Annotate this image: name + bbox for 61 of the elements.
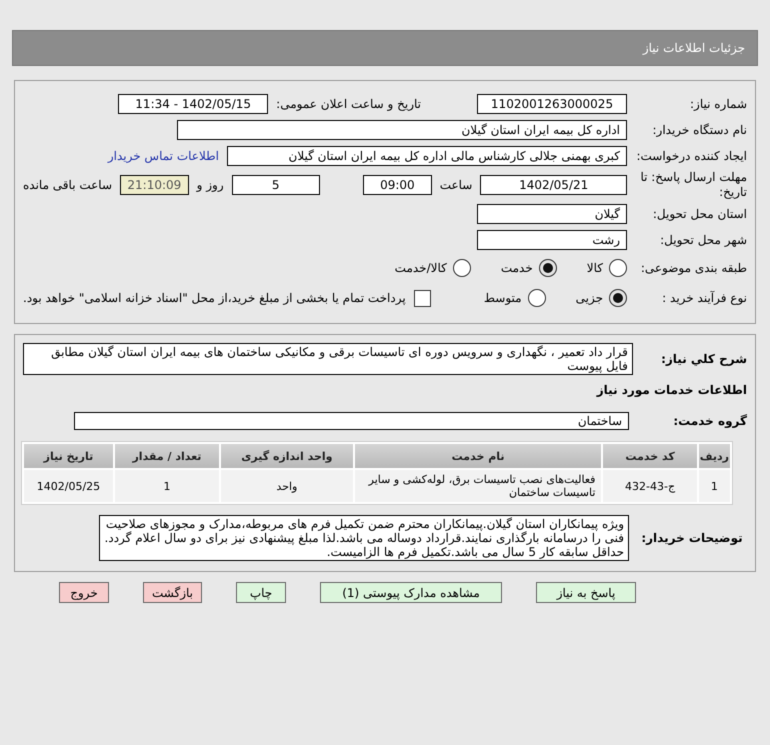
province-field: گیلان: [477, 204, 627, 224]
field-label: ساعت باقی مانده: [22, 178, 112, 192]
city-field: رشت: [477, 230, 627, 250]
radio-button[interactable]: [609, 289, 627, 307]
column-header: کد خدمت: [603, 444, 697, 468]
remaining-time-field: 21:10:09: [120, 175, 189, 195]
description-field: قرار داد تعمیر ، نگهداری و سرویس دوره ای تاسیسات برقی و مکانیکی ساختمان های بیمه ایران استان گیلان مطابق فایل پیوست: [23, 343, 633, 375]
field-label: طبقه بندی موضوعی:: [640, 261, 747, 275]
field-label: شرح کلي نياز:: [660, 352, 747, 366]
table-cell: 1: [114, 470, 220, 502]
radio-label: جزیی: [576, 291, 603, 305]
field-label: تاریخ و ساعت اعلان عمومی:: [276, 97, 421, 111]
radio-label: خدمت: [500, 261, 533, 275]
table-cell: فعالیت‌های نصب تاسیسات برق، لوله‌کشی و سایر تاسیسات ساختمان: [354, 470, 602, 502]
field-label: نوع فرآیند خرید :: [661, 291, 747, 305]
action-button[interactable]: پاسخ به نیاز: [536, 582, 636, 603]
field-label: شهر محل تحویل:: [659, 233, 747, 247]
radio-label: متوسط: [484, 291, 522, 305]
field-label: مهلت ارسال پاسخ: تا تاریخ:: [639, 170, 747, 200]
field-label: توضیحات خریدار:: [640, 531, 744, 545]
column-header: ردیف: [698, 444, 730, 468]
column-header: نام خدمت: [354, 444, 602, 468]
announce-date-field: 1402/05/15 - 11:34: [118, 94, 268, 114]
field-label: نام دستگاه خریدار:: [652, 123, 747, 137]
radio-button[interactable]: [538, 259, 557, 277]
checkbox[interactable]: [414, 290, 431, 306]
radio-button[interactable]: [609, 259, 627, 277]
field-label: ایجاد کننده درخواست:: [635, 149, 747, 163]
days-field: 5: [232, 175, 320, 195]
table-cell: 1: [698, 470, 730, 502]
note-text: حداقل سابقه کار 5 سال می باشد.تکمیل فرم ها الزامیست.: [326, 545, 624, 559]
column-header: تاریخ نیاز: [24, 444, 113, 468]
action-button[interactable]: مشاهده مدارک پیوستی (1): [320, 582, 502, 603]
action-button[interactable]: چاپ: [236, 582, 286, 603]
note-text: ویژه پیمانکاران استان گیلان.پیمانکاران محترم ضمن تکمیل فرم های مربوطه،مدارک و مجوزهای صلاحیت فنی را درسامانه بارگذاری نمایند.قرارداد دوساله می باشد.لذا مبلغ پیشنهادی نیز برای دو سال اعلام گردد.: [104, 517, 624, 545]
header-title: جزئیات اطلاعات نیاز: [642, 41, 745, 55]
action-button[interactable]: خروج: [59, 582, 109, 603]
radio-label: کالا: [586, 261, 603, 275]
field-label: روز و: [196, 178, 224, 192]
field-label: شماره نیاز:: [689, 97, 747, 111]
buyer-name-field: اداره کل بیمه ایران استان گیلان: [177, 120, 627, 140]
radio-button[interactable]: [528, 289, 546, 307]
column-header: تعداد / مقدار: [114, 444, 220, 468]
checkbox-label: پرداخت تمام یا بخشی از مبلغ خرید،از محل "اسناد خزانه اسلامی" خواهد بود.: [23, 291, 406, 305]
section-title: اطلاعات خدمات مورد نیاز: [596, 383, 747, 397]
table-cell: ج-43-432: [603, 470, 697, 502]
field-label: گروه خدمت:: [672, 414, 747, 428]
column-header: واحد اندازه گیری: [221, 444, 353, 468]
need-number-field: 1102001263000025: [477, 94, 627, 114]
radio-button[interactable]: [452, 259, 471, 277]
action-button[interactable]: بازگشت: [143, 582, 202, 603]
requester-field: کبری بهمنی جلالی کارشناس مالی اداره کل بیمه ایران استان گیلان: [227, 146, 627, 166]
field-label: ساعت: [440, 178, 472, 192]
table-cell: 1402/05/25: [24, 470, 113, 502]
deadline-date-field: 1402/05/21: [480, 175, 627, 195]
radio-label: کالا/خدمت: [394, 261, 447, 275]
deadline-time-field: 09:00: [363, 175, 432, 195]
service-group-field: ساختمان: [74, 412, 629, 430]
table-cell: واحد: [221, 470, 353, 502]
buyer-contact-link[interactable]: اطلاعات تماس خریدار: [108, 149, 219, 163]
field-label: استان محل تحویل:: [652, 207, 747, 221]
